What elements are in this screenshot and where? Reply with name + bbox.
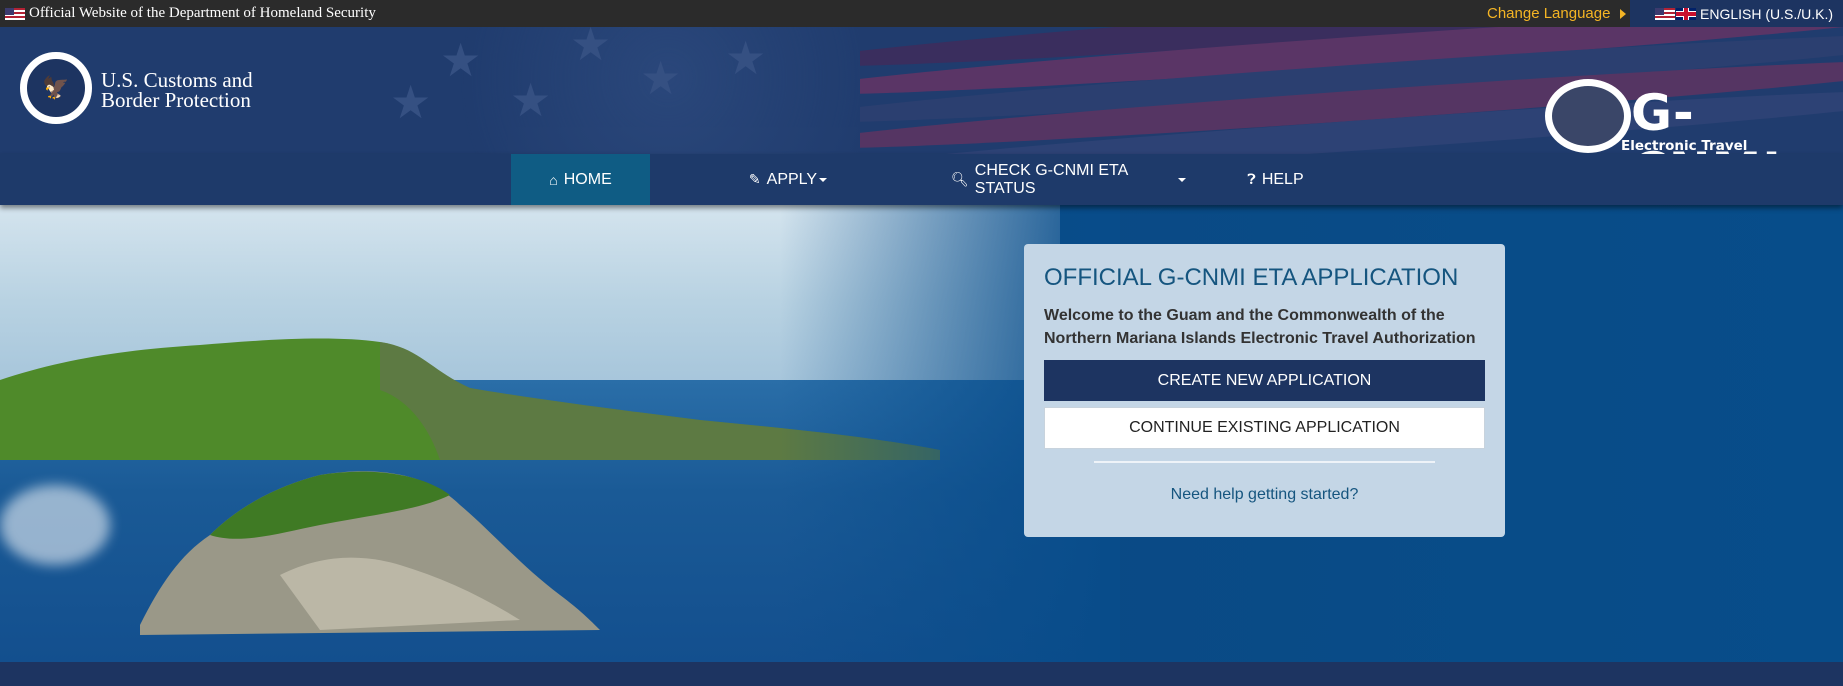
flag-stars-decoration: ★ ★ ★ ★ ★ ★ — [380, 27, 860, 154]
gcnmi-logo[interactable]: G-CNMI Electronic Travel Authorization — [1541, 49, 1843, 154]
chevron-down-icon — [1178, 177, 1186, 182]
pencil-icon: ✎ — [748, 171, 761, 187]
nav-home-label: HOME — [563, 170, 612, 188]
change-language-link[interactable]: Change Language — [1487, 0, 1627, 27]
us-flag-icon — [5, 7, 25, 20]
card-divider — [1094, 461, 1435, 463]
nav-apply[interactable]: ✎ APPLY — [745, 154, 831, 205]
site-header: ★ ★ ★ ★ ★ ★ 🦅 U.S. Customs and Border Pr… — [0, 27, 1843, 154]
nav-check-status[interactable]: 🔍︎ CHECK G-CNMI ETA STATUS — [951, 154, 1186, 205]
language-label: ENGLISH (U.S./U.K.) — [1700, 5, 1834, 22]
welcome-text: Welcome to the Guam and the Commonwealth… — [1044, 307, 1476, 347]
hero-rock-image — [140, 471, 600, 635]
home-icon: ⌂ — [549, 171, 558, 188]
create-new-application-button[interactable]: CREATE NEW APPLICATION — [1044, 360, 1485, 401]
nav-check-status-label: CHECK G-CNMI ETA STATUS — [974, 161, 1128, 197]
e-globe-icon — [1545, 79, 1631, 153]
eagle-icon: 🦅 — [25, 57, 87, 119]
caret-right-icon — [1620, 8, 1627, 19]
question-circle-icon: ❓︎ — [1247, 171, 1256, 187]
agency-name[interactable]: U.S. Customs and Border Protection — [101, 68, 253, 112]
nav-home[interactable]: ⌂ HOME — [511, 154, 650, 205]
hero-banner — [0, 205, 1843, 662]
need-help-link[interactable]: Need help getting started? — [1024, 486, 1505, 504]
logo-subtitle: Electronic Travel Authorization — [1621, 138, 1748, 154]
agency-name-line1: U.S. Customs and — [101, 68, 253, 92]
official-website-text: Official Website of the Department of Ho… — [29, 5, 376, 21]
chevron-down-icon — [819, 177, 828, 182]
official-banner: Official Website of the Department of Ho… — [0, 0, 1843, 27]
us-flag-icon — [1655, 7, 1675, 20]
application-card: OFFICIAL G-CNMI ETA APPLICATION Welcome … — [1024, 244, 1505, 537]
footer-strip — [0, 662, 1843, 686]
continue-existing-application-button[interactable]: CONTINUE EXISTING APPLICATION — [1044, 407, 1485, 449]
uk-flag-icon — [1676, 7, 1696, 20]
nav-help-label: HELP — [1261, 170, 1304, 188]
nav-help[interactable]: ❓︎ HELP — [1243, 154, 1308, 205]
main-nav: ⌂ HOME ✎ APPLY 🔍︎ CHECK G-CNMI ETA STATU… — [0, 154, 1843, 205]
dhs-seal-logo[interactable]: 🦅 — [20, 52, 92, 124]
language-selector[interactable]: ENGLISH (U.S./U.K.) — [1630, 0, 1843, 27]
hero-surf-foam — [0, 485, 110, 565]
search-icon: 🔍︎ — [951, 171, 969, 187]
agency-name-line2: Border Protection — [101, 88, 251, 112]
card-title: OFFICIAL G-CNMI ETA APPLICATION — [1044, 264, 1459, 291]
nav-apply-label: APPLY — [766, 170, 818, 188]
change-language-label: Change Language — [1487, 5, 1611, 22]
